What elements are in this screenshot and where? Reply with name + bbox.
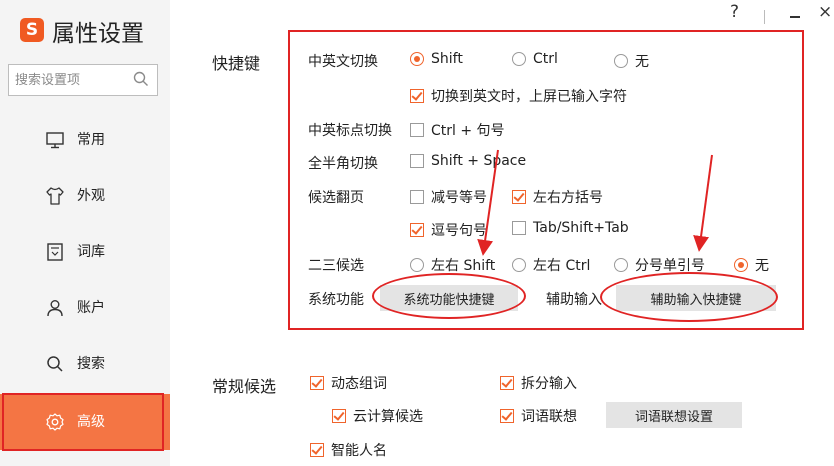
checkbox-split-input[interactable]: 拆分输入 (500, 373, 577, 393)
checkbox-dynamic-phrase[interactable]: 动态组词 (310, 373, 387, 393)
annotation-arrow-1 (477, 149, 499, 256)
section-title-general: 常规候选 (212, 377, 277, 396)
checkbox-indicator[interactable] (500, 376, 514, 390)
checkbox-smart-names[interactable]: 智能人名 (310, 440, 387, 460)
checkbox-label: 智能人名 (331, 443, 387, 459)
checkbox-indicator[interactable] (332, 409, 346, 423)
checkbox-cloud-candidate[interactable]: 云计算候选 (332, 406, 423, 426)
checkbox-word-association[interactable]: 词语联想 (500, 406, 577, 426)
checkbox-indicator[interactable] (310, 443, 324, 457)
word-association-settings-button[interactable]: 词语联想设置 (606, 402, 742, 428)
checkbox-indicator[interactable] (500, 409, 514, 423)
checkbox-label: 动态组词 (331, 376, 387, 392)
checkbox-label: 拆分输入 (521, 376, 577, 392)
checkbox-indicator[interactable] (310, 376, 324, 390)
annotation-arrows (477, 149, 713, 256)
checkbox-label: 词语联想 (521, 409, 577, 425)
annotation-arrow-2 (693, 154, 713, 252)
checkbox-label: 云计算候选 (353, 409, 423, 425)
